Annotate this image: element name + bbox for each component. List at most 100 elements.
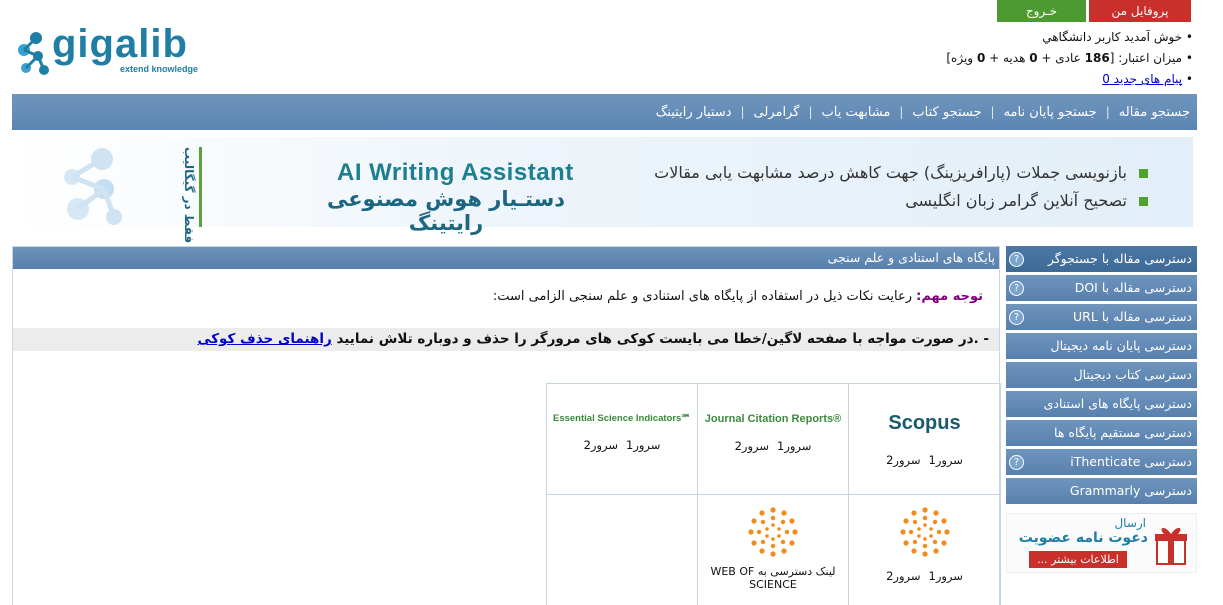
server1-link[interactable]: سرور1 <box>929 453 963 467</box>
banner-feature-paraphrasing: بازنویسی جملات (پارافریزینگ) جهت کاهش در… <box>654 163 1148 182</box>
bullet-square-icon <box>1139 197 1148 206</box>
jcr-cell: Journal Citation Reports® سرور1 سرور2 <box>697 383 849 495</box>
help-icon[interactable]: ? <box>1009 455 1024 470</box>
welcome-text: خوش آمدید کاربر دانشگاهي <box>1042 30 1183 44</box>
nav-grammarly[interactable]: گرامرلی <box>754 105 800 120</box>
alert-text: - .در صورت مواجه با صفحه لاگین/خطا می با… <box>336 331 989 347</box>
cookie-guide-link[interactable]: راهنمای حذف کوکی <box>198 331 332 347</box>
important-note: توجه مهم: رعایت نکات ذیل در استفاده از پ… <box>493 289 983 304</box>
help-icon[interactable]: ? <box>1009 281 1024 296</box>
user-buttons: خـروج پروفایل من <box>997 0 1191 22</box>
nav-separator: | <box>899 105 904 119</box>
ai-writing-banner[interactable]: فقط در گیگالیب AI Writing Assistant دستـ… <box>12 137 1193 243</box>
jcr-servers: سرور1 سرور2 <box>698 439 848 453</box>
credit-gift-value: 0 <box>1029 51 1038 65</box>
clarivate-orb-icon[interactable] <box>746 505 800 559</box>
nav-separator: | <box>808 105 813 119</box>
nav-similarity-checker[interactable]: مشابهت یاب <box>822 105 891 120</box>
logo-wordmark: gigalib <box>52 22 188 66</box>
sidebar-item-label: دسترسی Grammarly <box>1069 483 1192 498</box>
sidebar-item-label: دسترسی مستقیم پایگاه ها <box>1054 425 1192 440</box>
credit-special-value: 0 <box>976 51 986 65</box>
feature-text: بازنویسی جملات (پارافریزینگ) جهت کاهش در… <box>654 163 1127 182</box>
banner-title-fa: دستـیار هوش مصنوعی رایتینگ <box>326 187 566 235</box>
credit-prefix: میزان اعتبار: [ <box>1109 51 1183 65</box>
header: gigalib extend knowledge خـروج پروفایل م… <box>0 0 1223 94</box>
more-info-button[interactable]: اطلاعات بیشتر ... <box>1029 551 1127 568</box>
profile-button[interactable]: پروفایل من <box>1089 0 1191 22</box>
sidebar-item-grammarly[interactable]: دسترسی Grammarly <box>1006 478 1197 504</box>
sidebar-item-search-engine[interactable]: دسترسی مقاله با جستجوگر? <box>1006 246 1197 272</box>
wos-servers-cell: سرور1 سرور2 <box>848 494 1001 605</box>
nav-separator: | <box>990 105 995 119</box>
help-icon[interactable]: ? <box>1009 252 1024 267</box>
nav-book-search[interactable]: جستجو کتاب <box>912 105 981 120</box>
credit-line: • میزان اعتبار: [186 عادی + 0 هدیه + 0 و… <box>946 51 1193 65</box>
credit-regular-value: 186 <box>1084 51 1110 65</box>
welcome-line: • خوش آمدید کاربر دانشگاهي <box>1042 30 1193 44</box>
messages-line: • پیام های جدید 0 <box>1102 72 1193 86</box>
invite-line1: ارسال <box>1114 516 1146 530</box>
sidebar-item-doi[interactable]: دسترسی مقاله با DOI? <box>1006 275 1197 301</box>
nav-thesis-search[interactable]: جستجو پایان نامه <box>1004 105 1097 120</box>
wos-access-link[interactable]: لینک دسترسی به WEB OF SCIENCE <box>698 565 848 591</box>
panel-title: پایگاه های استنادی و علم سنجی <box>13 247 999 269</box>
sidebar-item-label: دسترسی مقاله با DOI <box>1074 280 1192 295</box>
main-navbar: جستجو مقاله | جستجو پایان نامه | جستجو کتا… <box>12 94 1197 130</box>
help-icon[interactable]: ? <box>1009 310 1024 325</box>
server2-link[interactable]: سرور2 <box>886 569 920 583</box>
note-text: رعایت نکات ذیل در استفاده از پایگاه های … <box>492 289 913 304</box>
user-info: • خوش آمدید کاربر دانشگاهي • میزان اعتبا… <box>946 27 1193 90</box>
server2-link[interactable]: سرور2 <box>735 439 769 453</box>
logo-molecule-icon <box>18 32 49 75</box>
banner-title-en: AI Writing Assistant <box>337 159 574 186</box>
invite-banner[interactable]: ارسال دعوت نامه عضویت اطلاعات بیشتر ... <box>1006 513 1197 573</box>
gigalib-logo[interactable]: gigalib extend knowledge <box>16 22 216 78</box>
note-label: توجه مهم: <box>916 289 983 304</box>
access-sidebar: دسترسی مقاله با جستجوگر? دسترسی مقاله با… <box>1006 246 1197 507</box>
sidebar-item-label: دسترسی پایگاه های استنادی <box>1043 396 1192 411</box>
exit-button[interactable]: خـروج <box>997 0 1086 22</box>
sidebar-item-book[interactable]: دسترسی کتاب دیجیتال <box>1006 362 1197 388</box>
gift-icon <box>1155 527 1187 565</box>
server1-link[interactable]: سرور1 <box>929 569 963 583</box>
sidebar-item-url[interactable]: دسترسی مقاله با URL? <box>1006 304 1197 330</box>
invite-line2: دعوت نامه عضویت <box>1018 530 1148 546</box>
banner-side-text: فقط در گیگالیب <box>182 147 196 244</box>
feature-text: تصحیح آنلاین گرامر زبان انگلیسی <box>905 191 1127 210</box>
banner-feature-grammar: تصحیح آنلاین گرامر زبان انگلیسی <box>905 191 1148 210</box>
wos-servers: سرور1 سرور2 <box>849 569 1000 583</box>
logo-tagline: extend knowledge <box>120 64 199 74</box>
wos-link-cell: لینک دسترسی به WEB OF SCIENCE <box>697 494 849 605</box>
banner-molecule-icon <box>64 148 122 225</box>
scopus-cell: Scopus سرور1 سرور2 <box>848 383 1001 495</box>
sidebar-item-label: دسترسی کتاب دیجیتال <box>1073 367 1192 382</box>
credit-gift-label: هدیه + <box>989 51 1026 65</box>
server1-link[interactable]: سرور1 <box>626 438 660 452</box>
nav-article-search[interactable]: جستجو مقاله <box>1119 105 1190 120</box>
sidebar-item-thesis[interactable]: دسترسی پایان نامه دیجیتال <box>1006 333 1197 359</box>
server2-link[interactable]: سرور2 <box>886 453 920 467</box>
nav-separator: | <box>740 105 745 119</box>
jcr-logo[interactable]: Journal Citation Reports® <box>698 413 848 425</box>
server1-link[interactable]: سرور1 <box>777 439 811 453</box>
clarivate-orb-icon <box>899 507 950 557</box>
scopus-logo[interactable]: Scopus <box>849 412 1000 435</box>
nav-separator: | <box>1105 105 1110 119</box>
sidebar-item-ithenticate[interactable]: دسترسی iThenticate? <box>1006 449 1197 475</box>
sidebar-item-direct-db[interactable]: دسترسی مستقیم پایگاه ها <box>1006 420 1197 446</box>
banner-side-label: فقط در گیگالیب <box>180 147 202 243</box>
server2-link[interactable]: سرور2 <box>584 438 618 452</box>
esi-cell: Essential Science Indicators℠ سرور1 سرور2 <box>546 383 698 495</box>
esi-logo[interactable]: Essential Science Indicators℠ <box>547 413 697 424</box>
empty-cell <box>546 494 698 605</box>
credit-regular-label: عادی + <box>1041 51 1081 65</box>
nav-writing-assistant[interactable]: دستیار رایتینگ <box>656 105 732 120</box>
credit-special-label: ویژه] <box>946 51 974 65</box>
citation-databases-panel: پایگاه های استنادی و علم سنجی توجه مهم: … <box>12 246 1001 605</box>
new-messages-link[interactable]: پیام های جدید 0 <box>1102 72 1182 86</box>
sidebar-item-citation-db[interactable]: دسترسی پایگاه های استنادی <box>1006 391 1197 417</box>
sidebar-item-label: دسترسی مقاله با URL <box>1073 309 1192 324</box>
scopus-servers: سرور1 سرور2 <box>849 453 1000 467</box>
sidebar-item-label: دسترسی پایان نامه دیجیتال <box>1050 338 1192 353</box>
